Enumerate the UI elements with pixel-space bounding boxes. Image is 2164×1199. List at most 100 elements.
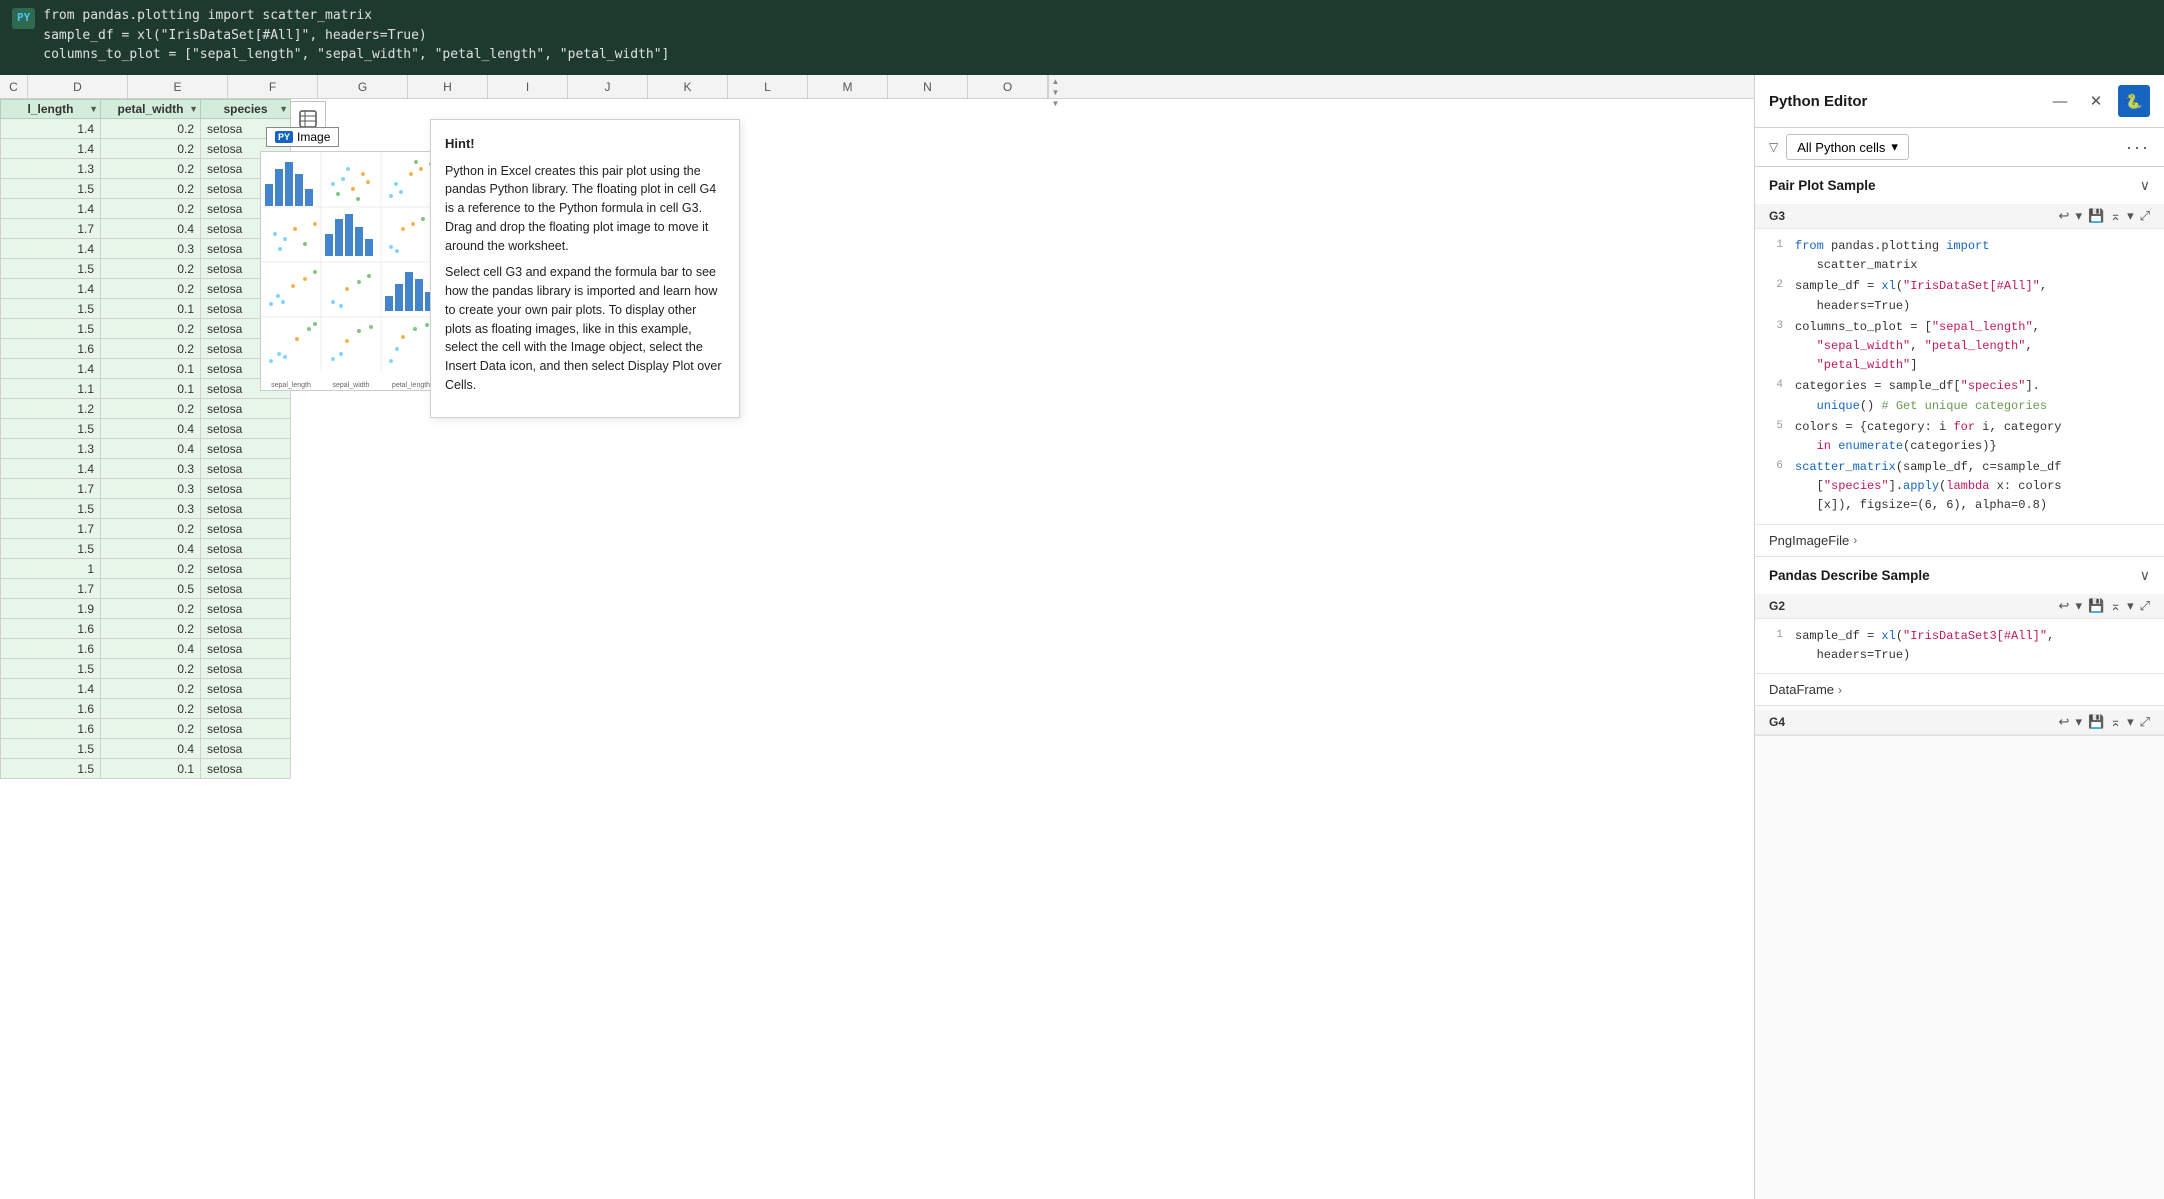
cell-empty-17-0: [291, 459, 381, 479]
table-row[interactable]: 1.30.4setosa: [1, 439, 941, 459]
run-icon[interactable]: ⌅: [2110, 208, 2121, 224]
cell-empty-16-1: [381, 439, 461, 459]
cell-empty-0-6: [781, 119, 861, 139]
col-header-d: D: [28, 75, 128, 98]
save-icon-3[interactable]: 💾: [2088, 714, 2104, 730]
py-image-label: Image: [297, 130, 330, 144]
cell-empty-22-6: [781, 559, 861, 579]
cell-species-27: setosa: [201, 659, 291, 679]
run-icon-3[interactable]: ⌅: [2110, 714, 2121, 730]
insert-data-svg: [298, 109, 318, 129]
py-image-tag[interactable]: PY Image: [266, 127, 339, 147]
pandas-describe-header[interactable]: Pandas Describe Sample ∨: [1755, 557, 2164, 594]
table-row[interactable]: 1.40.2setosa: [1, 679, 941, 699]
cell-empty-9-6: [781, 299, 861, 319]
col-header-species[interactable]: species ▼: [201, 100, 291, 119]
g4-bar-icons: ↩ ▾ 💾 ⌅ ▾ ⤢: [2059, 714, 2150, 730]
save-icon[interactable]: 💾: [2088, 208, 2104, 224]
cell-petal-width-19: 0.3: [101, 499, 201, 519]
png-image-file-link[interactable]: PngImageFile ›: [1755, 524, 2164, 556]
python-icon: 🐍: [2125, 93, 2142, 110]
table-row[interactable]: 1.70.3setosa: [1, 479, 941, 499]
run-icon-2[interactable]: ⌅: [2110, 598, 2121, 614]
cell-species-25: setosa: [201, 619, 291, 639]
col-header-h-empty: [381, 100, 461, 119]
cell-petal-width-12: 0.1: [101, 359, 201, 379]
table-row[interactable]: 1.50.1setosa: [1, 759, 941, 779]
editor-body[interactable]: Pair Plot Sample ∨ G3 ↩ ▾ 💾 ⌅ ▾ ⤢: [1755, 167, 2164, 1199]
table-row[interactable]: 1.60.2setosa: [1, 699, 941, 719]
expand-icon-2[interactable]: ⤢: [2140, 598, 2150, 614]
undo-icon-3[interactable]: ↩: [2059, 714, 2070, 730]
cell-empty-4-7: [861, 199, 941, 219]
scroll-up-arrow[interactable]: ▲: [1051, 77, 1061, 86]
table-row[interactable]: 1.70.5setosa: [1, 579, 941, 599]
cell-species-24: setosa: [201, 599, 291, 619]
undo-icon-2[interactable]: ↩: [2059, 598, 2070, 614]
col-header-petal-width[interactable]: petal_width ▼: [101, 100, 201, 119]
spreadsheet: C D E F G H I J K L M N O ▲ ▼ ▼: [0, 75, 1754, 1199]
cell-empty-27-6: [781, 659, 861, 679]
expand-icon-3[interactable]: ⤢: [2140, 714, 2150, 730]
chevron-down-run-icon-2[interactable]: ▾: [2127, 598, 2134, 614]
table-row[interactable]: 1.50.2setosa: [1, 659, 941, 679]
cell-petal-width-4: 0.2: [101, 199, 201, 219]
table-row[interactable]: 1.60.2setosa: [1, 719, 941, 739]
pair-plot-section-header[interactable]: Pair Plot Sample ∨: [1755, 167, 2164, 204]
filter-icon-2[interactable]: ▼: [189, 104, 198, 114]
cell-empty-22-2: [461, 559, 541, 579]
chevron-down-small-icon[interactable]: ▾: [2075, 208, 2082, 224]
table-row[interactable]: 1.60.2setosa: [1, 619, 941, 639]
cell-empty-24-0: [291, 599, 381, 619]
collapse-icon-pandas[interactable]: ∨: [2140, 567, 2150, 584]
table-row[interactable]: 1.70.2setosa: [1, 519, 941, 539]
cell-empty-28-5: [701, 679, 781, 699]
save-icon-2[interactable]: 💾: [2088, 598, 2104, 614]
pair-plot-title: Pair Plot Sample: [1769, 178, 1876, 193]
chevron-down-small-icon-3[interactable]: ▾: [2075, 714, 2082, 730]
minimize-button[interactable]: —: [2046, 87, 2074, 115]
cell-l-length-20: 1.7: [1, 519, 101, 539]
table-row[interactable]: 1.40.3setosa: [1, 459, 941, 479]
chevron-down-run-icon-3[interactable]: ▾: [2127, 714, 2134, 730]
dataframe-label: DataFrame: [1769, 682, 1834, 697]
expand-icon[interactable]: ⤢: [2140, 208, 2150, 224]
header-icons: — ✕ 🐍: [2046, 85, 2150, 117]
table-row[interactable]: 1.50.4setosa: [1, 739, 941, 759]
dataframe-link[interactable]: DataFrame ›: [1755, 673, 2164, 705]
cell-l-length-6: 1.4: [1, 239, 101, 259]
formula-text: from pandas.plotting import scatter_matr…: [43, 6, 669, 65]
pandas-code-line-1: 1 sample_df = xl("IrisDataSet3[#All]", h…: [1769, 627, 2150, 665]
col-header-l-length[interactable]: l_length ▼: [1, 100, 101, 119]
chevron-down-small-icon-2[interactable]: ▾: [2075, 598, 2082, 614]
filter-dropdown[interactable]: All Python cells ▾: [1786, 134, 1909, 160]
table-row[interactable]: 1.90.2setosa: [1, 599, 941, 619]
python-icon-button[interactable]: 🐍: [2118, 85, 2150, 117]
cell-empty-20-6: [781, 519, 861, 539]
cell-empty-16-0: [291, 439, 381, 459]
chevron-down-run-icon[interactable]: ▾: [2127, 208, 2134, 224]
cell-petal-width-23: 0.5: [101, 579, 201, 599]
cell-l-length-32: 1.5: [1, 759, 101, 779]
undo-icon[interactable]: ↩: [2059, 208, 2070, 224]
table-row[interactable]: 1.60.4setosa: [1, 639, 941, 659]
table-row[interactable]: 1.50.4setosa: [1, 539, 941, 559]
more-options-button[interactable]: ···: [2126, 137, 2150, 158]
cell-empty-23-7: [861, 579, 941, 599]
cell-empty-27-7: [861, 659, 941, 679]
cell-petal-width-15: 0.4: [101, 419, 201, 439]
cell-petal-width-1: 0.2: [101, 139, 201, 159]
filter-icon-1[interactable]: ▼: [89, 104, 98, 114]
cell-empty-10-7: [861, 319, 941, 339]
table-row[interactable]: 10.2setosa: [1, 559, 941, 579]
table-row[interactable]: 1.50.3setosa: [1, 499, 941, 519]
vertical-scrollbar[interactable]: ▲ ▼ ▼: [1048, 75, 1062, 98]
cell-empty-31-1: [381, 739, 461, 759]
collapse-icon-pair-plot[interactable]: ∨: [2140, 177, 2150, 194]
close-button[interactable]: ✕: [2082, 87, 2110, 115]
table-row[interactable]: 1.50.4setosa: [1, 419, 941, 439]
line-num-3: 3: [1769, 318, 1783, 376]
cell-empty-31-4: [621, 739, 701, 759]
scroll-down-arrow[interactable]: ▼: [1051, 88, 1061, 97]
cell-empty-21-5: [701, 539, 781, 559]
